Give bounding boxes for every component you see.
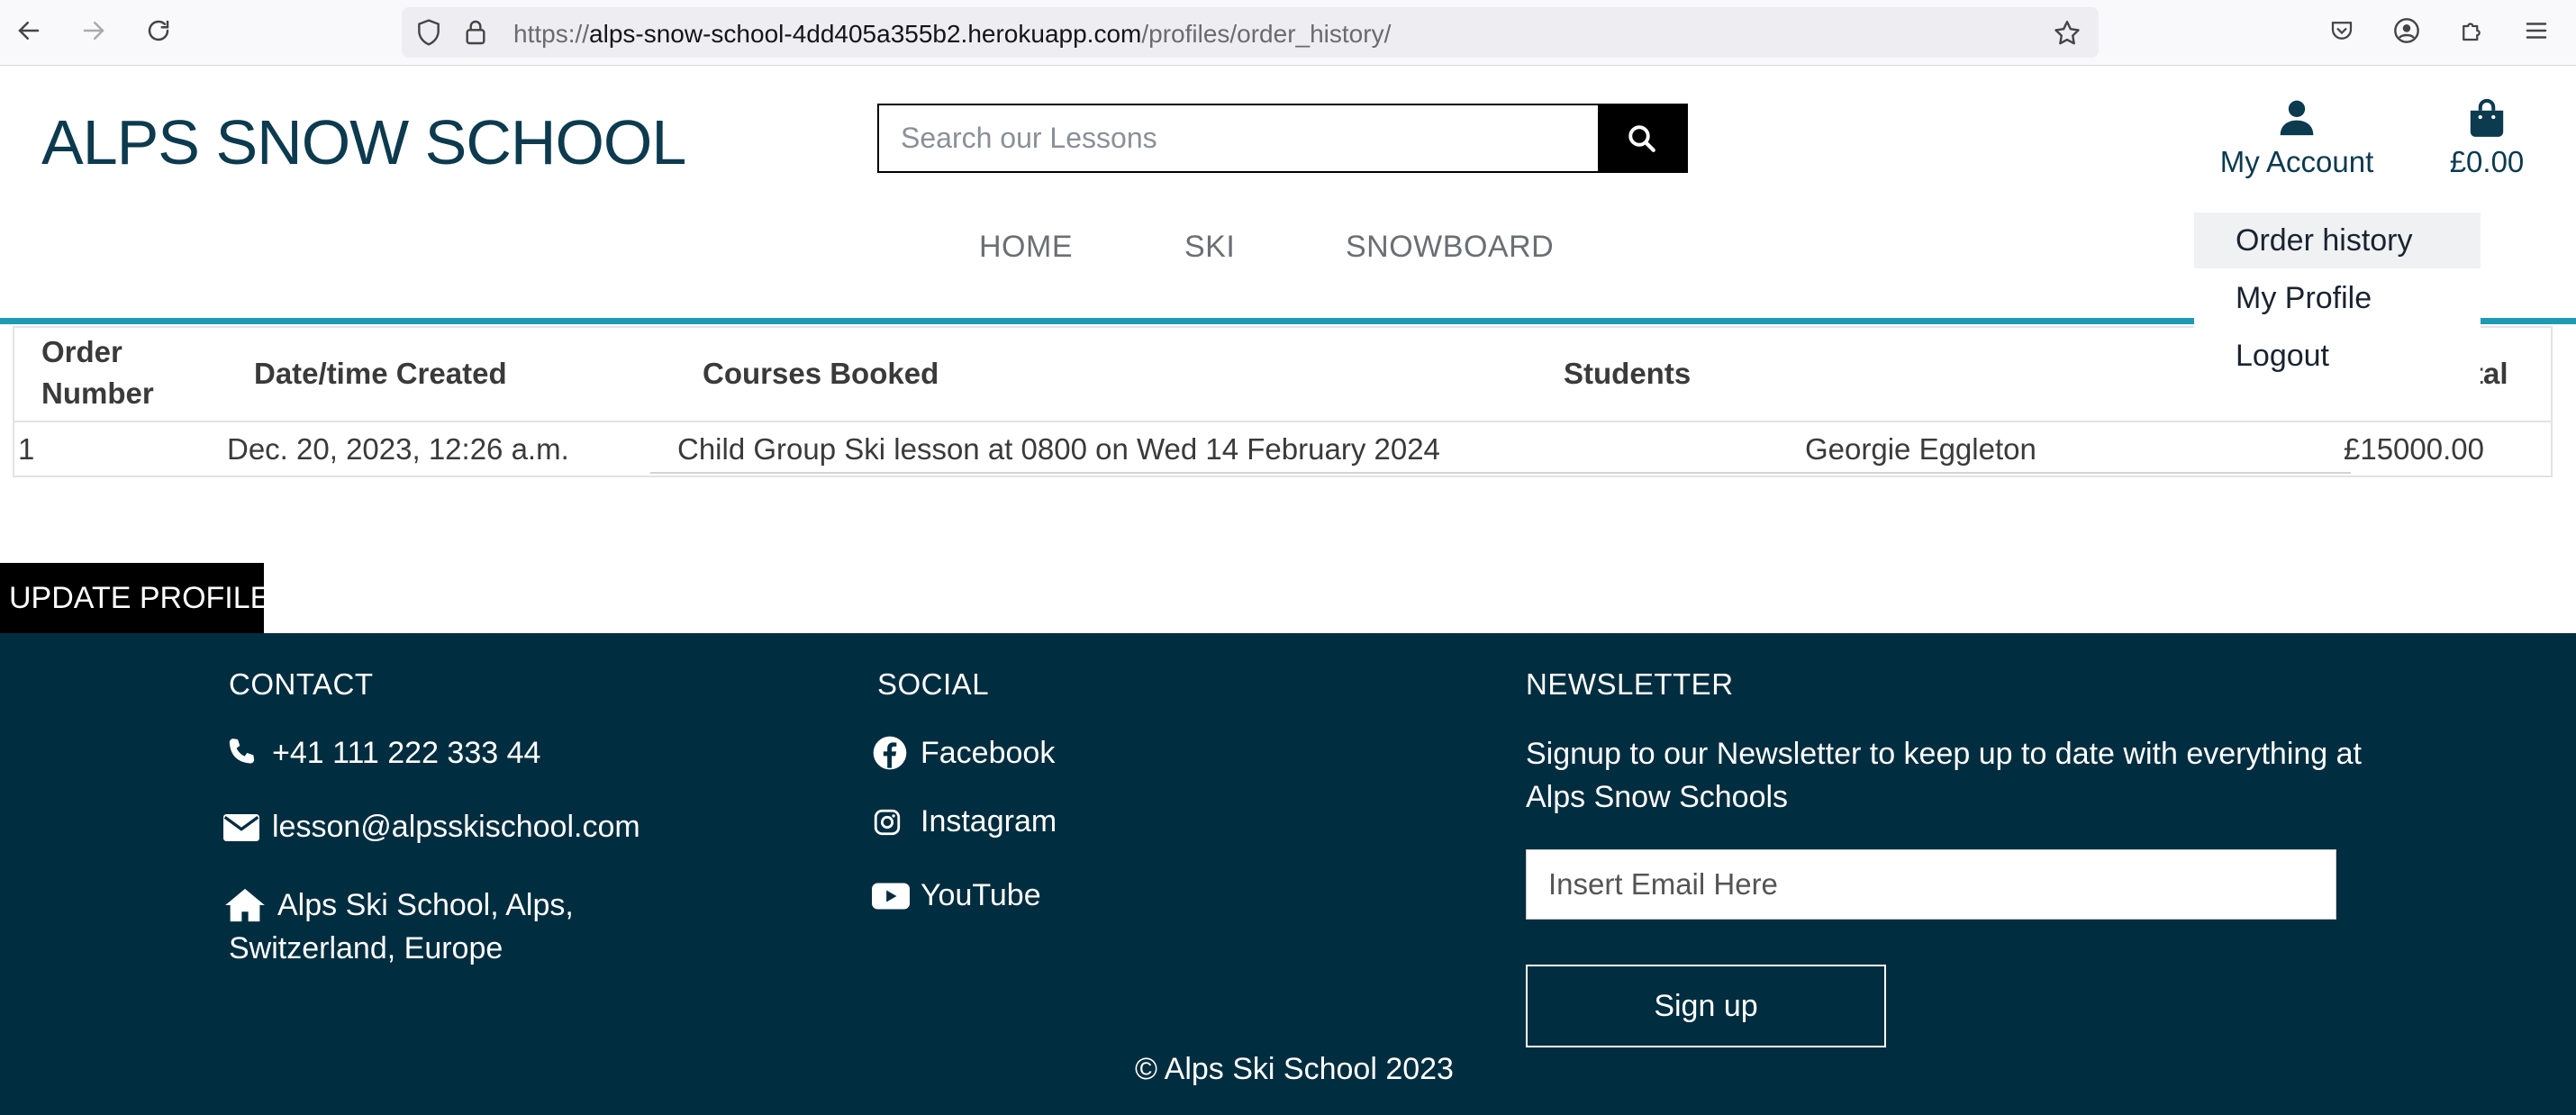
- pocket-button[interactable]: [2324, 13, 2360, 49]
- header-order-number: Order Number: [41, 331, 154, 414]
- extensions-button[interactable]: [2454, 13, 2490, 49]
- home-icon: [225, 888, 265, 922]
- bookmark-star-icon[interactable]: [2052, 18, 2082, 49]
- cell-course: Child Group Ski lesson at 0800 on Wed 14…: [677, 432, 1440, 466]
- address-line-2: Switzerland, Europe: [229, 931, 503, 965]
- cell-order-number[interactable]: 1: [18, 432, 34, 467]
- lock-icon: [466, 20, 485, 45]
- reload-icon: [148, 20, 169, 41]
- newsletter-text-line-2: Alps Snow Schools: [1526, 780, 1789, 814]
- youtube-icon: [872, 882, 910, 910]
- header-courses-booked: Courses Booked: [703, 357, 939, 390]
- my-account-link[interactable]: My Account: [2218, 97, 2376, 179]
- account-dropdown-menu: Order history My Profile Logout: [2194, 213, 2481, 389]
- newsletter-email-input[interactable]: [1526, 849, 2336, 920]
- header-divider: [0, 318, 2576, 324]
- table-divider: [14, 421, 2551, 422]
- url-text: https://alps-snow-school-4dd405a355b2.he…: [513, 20, 1391, 49]
- url-host: alps-snow-school-4dd405a355b2.herokuapp.…: [589, 20, 1142, 48]
- contact-email[interactable]: lesson@alpsskischool.com: [223, 810, 640, 845]
- search-button[interactable]: [1598, 105, 1686, 171]
- newsletter-signup-button[interactable]: Sign up: [1526, 965, 1886, 1047]
- header-order-number-line1: Order: [41, 335, 122, 368]
- account-button[interactable]: [2389, 13, 2425, 49]
- menu-item-my-profile[interactable]: My Profile: [2194, 270, 2481, 326]
- email-address: lesson@alpsskischool.com: [272, 810, 640, 844]
- social-heading: SOCIAL: [877, 667, 990, 701]
- address-bar[interactable]: https://alps-snow-school-4dd405a355b2.he…: [402, 7, 2099, 58]
- shield-icon: [418, 19, 440, 46]
- order-history-table: Order Number Date/time Created Courses B…: [13, 326, 2553, 477]
- arrow-left-icon: [18, 22, 40, 40]
- puzzle-icon: [2463, 23, 2481, 41]
- site-logo-text[interactable]: ALPS SNOW SCHOOL: [41, 106, 686, 178]
- nav-ski[interactable]: SKI: [1184, 230, 1235, 265]
- contact-address: Alps Ski School, Alps, Switzerland, Euro…: [223, 884, 574, 970]
- newsletter-text: Signup to our Newsletter to keep up to d…: [1526, 732, 2362, 819]
- user-icon: [2280, 100, 2314, 136]
- bag-total: £0.00: [2449, 145, 2525, 178]
- phone-icon: [229, 739, 255, 764]
- contact-heading: CONTACT: [229, 667, 374, 701]
- account-circle-icon: [2394, 18, 2419, 43]
- menu-item-order-history[interactable]: Order history: [2194, 213, 2481, 268]
- shopping-bag-icon: [2470, 98, 2504, 137]
- newsletter-text-line-1: Signup to our Newsletter to keep up to d…: [1526, 737, 2362, 771]
- header-date-created: Date/time Created: [254, 357, 507, 390]
- site-footer: CONTACT +41 111 222 333 44 lesson@alpssk…: [0, 633, 2576, 1115]
- url-scheme: https://: [513, 20, 590, 48]
- header-order-number-line2: Number: [41, 376, 154, 410]
- search-icon: [1628, 124, 1655, 152]
- update-profile-button[interactable]: UPDATE PROFILE: [0, 563, 270, 633]
- social-facebook-link[interactable]: Facebook: [872, 735, 1055, 771]
- search-input[interactable]: [879, 105, 1600, 171]
- nav-home[interactable]: HOME: [979, 230, 1073, 265]
- back-button[interactable]: [11, 13, 47, 49]
- social-instagram-link[interactable]: Instagram: [872, 804, 1057, 839]
- envelope-icon: [223, 813, 259, 841]
- search-form: [877, 104, 1688, 173]
- menu-item-logout[interactable]: Logout: [2194, 328, 2481, 384]
- copyright-text: © Alps Ski School 2023: [1135, 1052, 1454, 1086]
- header-students: Students: [1564, 357, 1692, 390]
- url-path: /profiles/order_history/: [1141, 20, 1392, 48]
- arrow-right-icon: [83, 22, 104, 40]
- social-youtube-link[interactable]: YouTube: [872, 878, 1041, 913]
- menu-button[interactable]: [2518, 13, 2554, 49]
- reload-button[interactable]: [141, 13, 177, 49]
- nested-row-divider: [650, 472, 2351, 474]
- newsletter-heading: NEWSLETTER: [1526, 667, 1734, 701]
- shopping-bag-link[interactable]: £0.00: [2446, 97, 2527, 179]
- hamburger-icon: [2526, 23, 2547, 39]
- forward-button[interactable]: [76, 13, 112, 49]
- phone-number: +41 111 222 333 44: [272, 735, 541, 770]
- contact-phone[interactable]: +41 111 222 333 44: [223, 735, 540, 771]
- nav-snowboard[interactable]: SNOWBOARD: [1346, 230, 1554, 265]
- cell-total: £15000.00: [2344, 432, 2484, 466]
- my-account-label: My Account: [2219, 145, 2374, 178]
- instagram-label: Instagram: [921, 804, 1057, 839]
- address-line-1: Alps Ski School, Alps,: [277, 888, 574, 922]
- browser-toolbar: https://alps-snow-school-4dd405a355b2.he…: [0, 0, 2576, 66]
- youtube-label: YouTube: [921, 878, 1041, 912]
- facebook-icon: [873, 736, 907, 770]
- pocket-icon: [2331, 22, 2353, 40]
- cell-student: Georgie Eggleton: [1805, 432, 2036, 466]
- facebook-label: Facebook: [921, 735, 1056, 770]
- cell-date-created: Dec. 20, 2023, 12:26 a.m.: [227, 432, 569, 466]
- instagram-icon: [874, 809, 901, 835]
